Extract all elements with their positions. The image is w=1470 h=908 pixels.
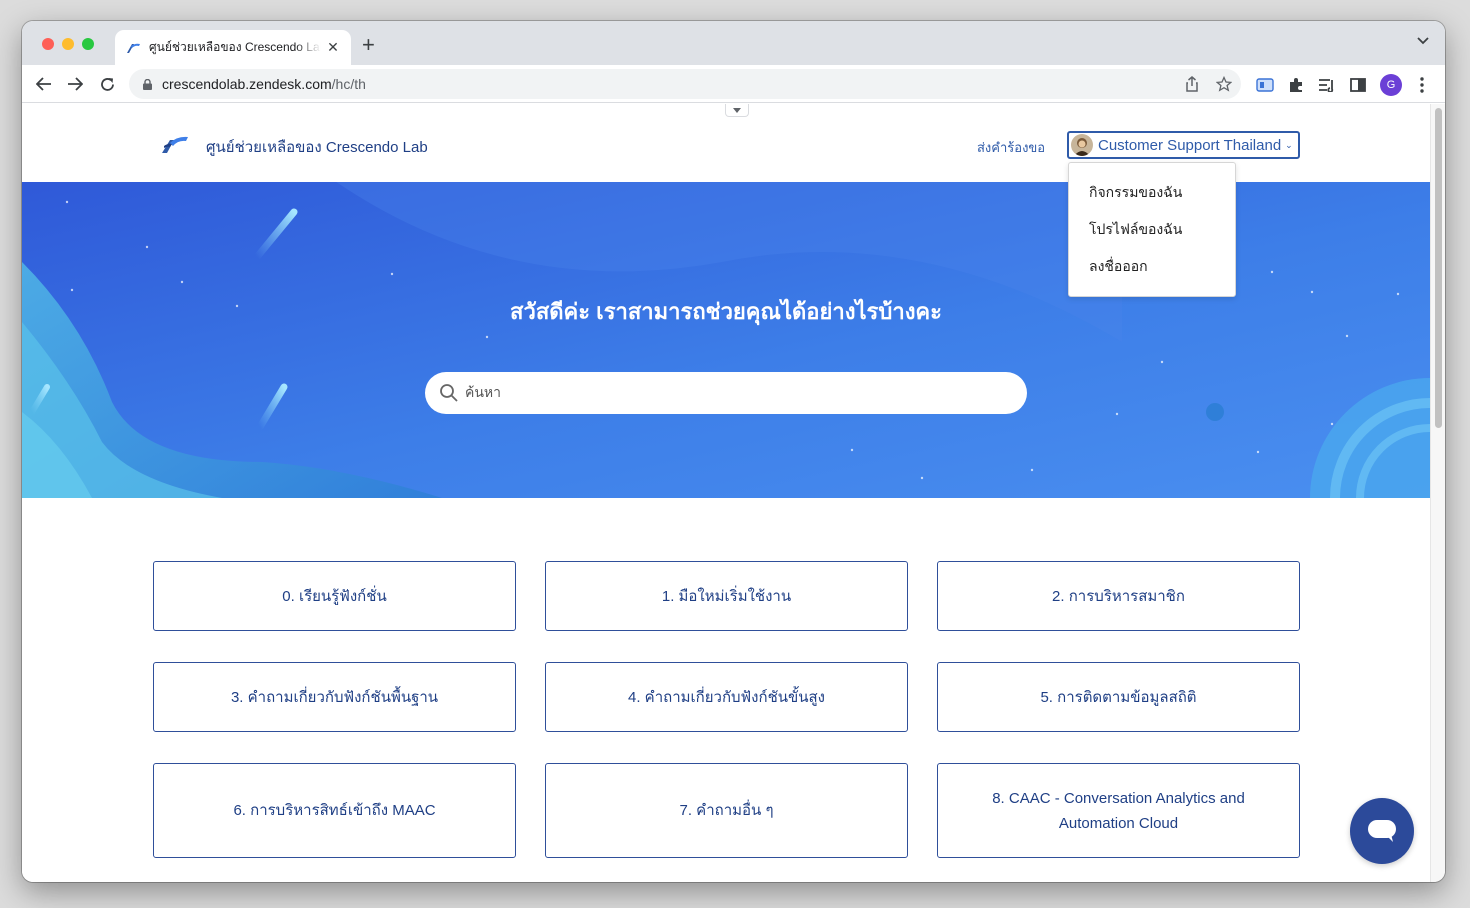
site-name[interactable]: ศูนย์ช่วยเหลือของ Crescendo Lab: [206, 135, 428, 159]
share-icon[interactable]: [1184, 76, 1200, 92]
lock-icon[interactable]: [143, 78, 152, 90]
category-card[interactable]: 5. การติดตามข้อมูลสถิติ: [937, 662, 1300, 732]
new-tab-button[interactable]: +: [362, 34, 375, 56]
back-arrow-icon[interactable]: [33, 73, 55, 95]
browser-toolbar: crescendolab.zendesk.com/hc/th G: [22, 65, 1445, 103]
user-avatar: [1071, 134, 1093, 156]
chat-bubble-icon: [1368, 820, 1396, 842]
category-label: 2. การบริหารสมาชิก: [1052, 587, 1185, 605]
search-icon: [440, 384, 458, 402]
bookmark-star-icon[interactable]: [1216, 76, 1232, 92]
category-label: 8. CAAC - Conversation Analytics and Aut…: [992, 789, 1245, 832]
user-menu-button[interactable]: Customer Support Thailand ⌄: [1067, 131, 1300, 159]
minimize-window-button[interactable]: [62, 38, 74, 50]
menu-item-my-activities[interactable]: กิจกรรมของฉัน: [1089, 182, 1182, 204]
category-card[interactable]: 1. มือใหม่เริ่มใช้งาน: [545, 561, 908, 631]
category-card[interactable]: 7. คำถามอื่น ๆ: [545, 763, 908, 858]
category-label: 4. คำถามเกี่ยวกับฟังก์ชันขั้นสูง: [628, 688, 825, 706]
close-window-button[interactable]: [42, 38, 54, 50]
category-card[interactable]: 4. คำถามเกี่ยวกับฟังก์ชันขั้นสูง: [545, 662, 908, 732]
page-viewport: ศูนย์ช่วยเหลือของ Crescendo Lab ส่งคำร้อ…: [22, 104, 1430, 882]
category-card[interactable]: 8. CAAC - Conversation Analytics and Aut…: [937, 763, 1300, 858]
category-label: 3. คำถามเกี่ยวกับฟังก์ชันพื้นฐาน: [230, 688, 439, 706]
reload-icon[interactable]: [96, 73, 118, 95]
category-card[interactable]: 0. เรียนรู้ฟังก์ชั่น: [153, 561, 516, 631]
category-label: 7. คำถามอื่น ๆ: [679, 802, 774, 819]
address-bar[interactable]: crescendolab.zendesk.com/hc/th: [129, 69, 1241, 99]
tab-close-icon[interactable]: ✕: [325, 39, 341, 56]
reading-list-icon[interactable]: [1318, 76, 1336, 94]
category-label: 6. การบริหารสิทธ์เข้าถึง MAAC: [233, 802, 436, 819]
page-scrollbar[interactable]: [1430, 104, 1445, 882]
category-label: 0. เรียนรู้ฟังก์ชั่น: [282, 587, 387, 605]
menu-item-sign-out[interactable]: ลงชื่อออก: [1089, 256, 1148, 278]
chat-widget-button[interactable]: [1350, 798, 1414, 864]
category-card[interactable]: 6. การบริหารสิทธ์เข้าถึง MAAC: [153, 763, 516, 858]
zoom-window-button[interactable]: [82, 38, 94, 50]
extensions-puzzle-icon[interactable]: [1287, 76, 1305, 94]
category-card[interactable]: 3. คำถามเกี่ยวกับฟังก์ชันพื้นฐาน: [153, 662, 516, 732]
category-label: 5. การติดตามข้อมูลสถิติ: [1040, 688, 1197, 706]
menu-item-my-profile[interactable]: โปรไฟล์ของฉัน: [1089, 219, 1182, 241]
kebab-menu-icon[interactable]: [1413, 76, 1431, 94]
category-card[interactable]: 2. การบริหารสมาชิก: [937, 561, 1300, 631]
tab-search-chevron-icon[interactable]: [1417, 37, 1429, 45]
tab-title: ศูนย์ช่วยเหลือของ Crescendo Lab: [149, 40, 321, 54]
submit-request-link[interactable]: ส่งคำร้องขอ: [977, 137, 1045, 158]
crescendo-logo-icon[interactable]: [161, 134, 189, 154]
tab-strip: ศูนย์ช่วยเหลือของ Crescendo Lab ✕ +: [22, 21, 1445, 65]
category-label: 1. มือใหม่เริ่มใช้งาน: [661, 587, 792, 605]
crescendo-favicon-icon: [127, 43, 140, 53]
profile-avatar[interactable]: G: [1380, 74, 1402, 96]
forward-arrow-icon[interactable]: [64, 73, 86, 95]
url-text: crescendolab.zendesk.com/hc/th: [162, 76, 366, 92]
collapse-toggle[interactable]: [725, 104, 749, 117]
side-panel-icon[interactable]: [1349, 76, 1367, 94]
chevron-down-icon: ⌄: [1285, 139, 1293, 150]
user-dropdown-menu: กิจกรรมของฉัน โปรไฟล์ของฉัน ลงชื่อออก: [1068, 162, 1236, 297]
browser-tab[interactable]: ศูนย์ช่วยเหลือของ Crescendo Lab ✕: [115, 30, 351, 65]
search-input[interactable]: ค้นหา: [465, 382, 501, 404]
search-bar[interactable]: ค้นหา: [425, 372, 1027, 414]
user-name: Customer Support Thailand: [1098, 136, 1282, 154]
scrollbar-thumb[interactable]: [1435, 108, 1442, 428]
browser-window: ศูนย์ช่วยเหลือของ Crescendo Lab ✕ + cres…: [22, 21, 1445, 882]
hero-title: สวัสดีค่ะ เราสามารถช่วยคุณได้อย่างไรบ้าง…: [510, 299, 942, 324]
extension-screen-icon[interactable]: [1256, 76, 1274, 94]
